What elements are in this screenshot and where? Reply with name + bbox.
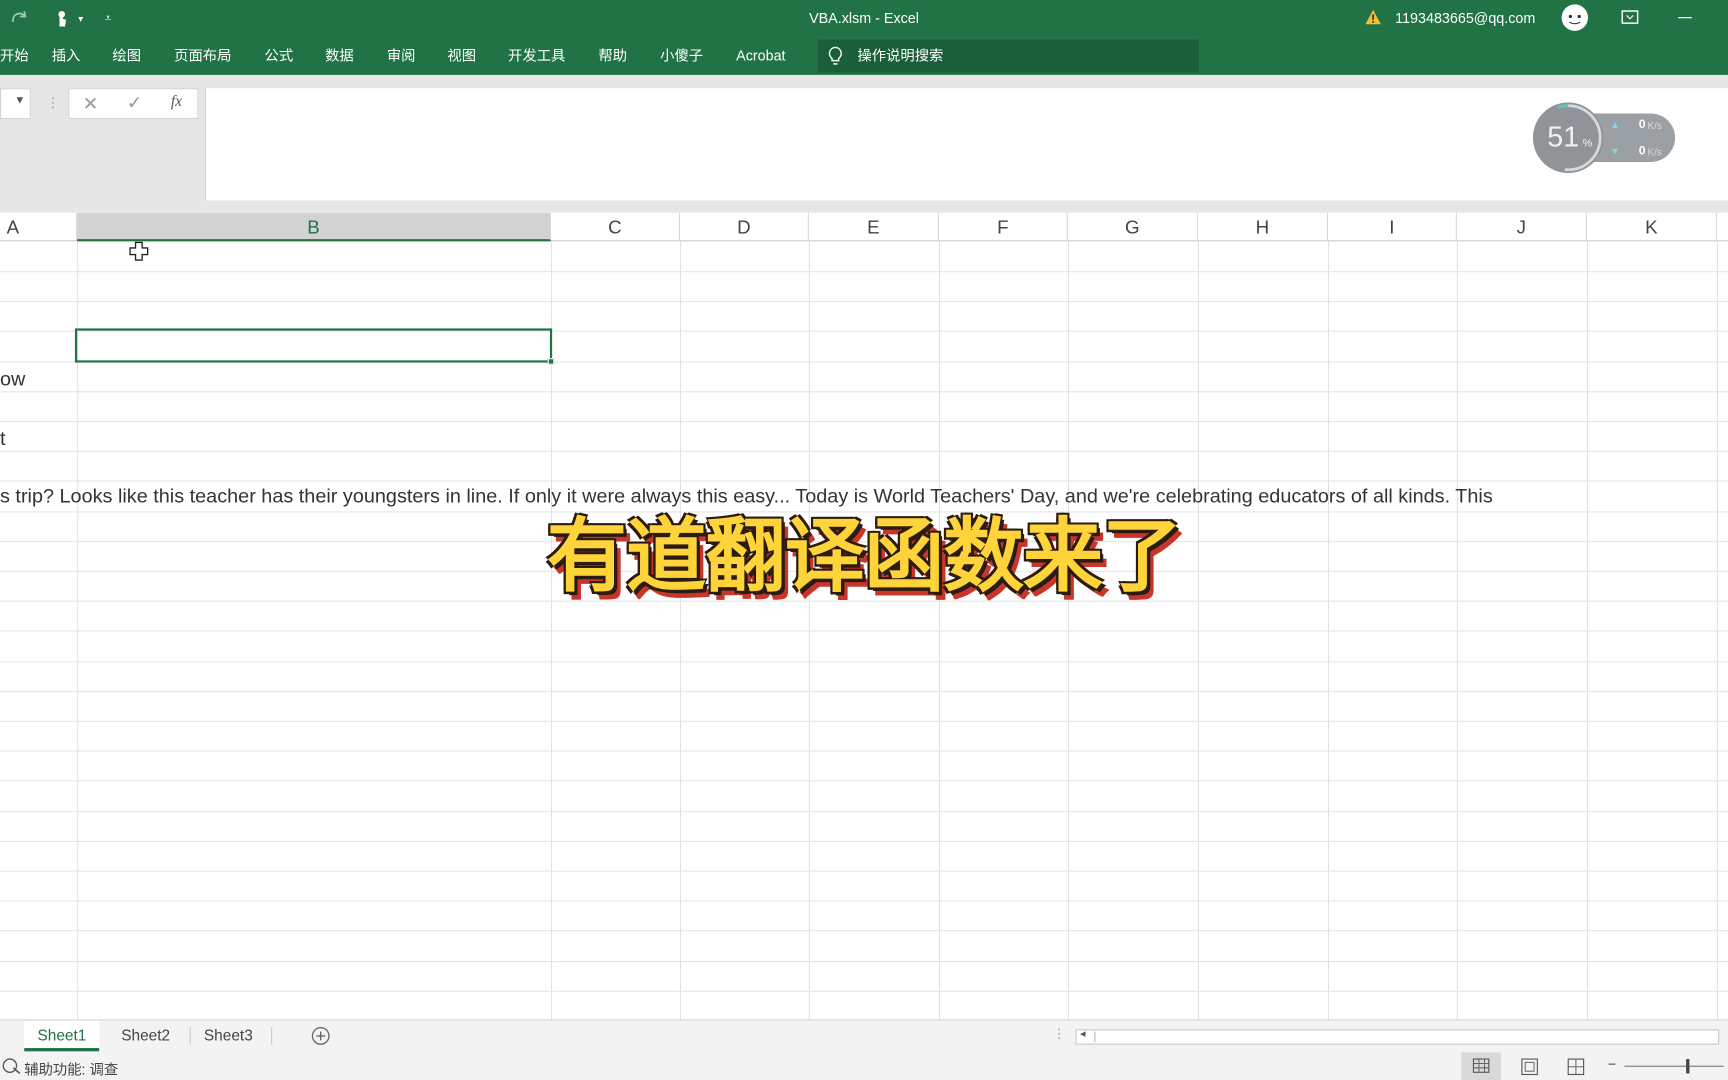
status-bar: 辅助功能: 调查 − (0, 1052, 1728, 1080)
cell-cursor-icon (129, 241, 149, 266)
tab-divider (189, 1027, 191, 1045)
ribbon-display-icon[interactable] (1620, 0, 1640, 37)
gridline-horizontal (0, 690, 1728, 692)
tell-me-label: 操作说明搜索 (857, 47, 944, 64)
gridline-horizontal (0, 420, 1728, 423)
gridline-horizontal (0, 750, 1728, 752)
network-speed-widget[interactable]: 51 % ▲ ▼ 0 K/s 0 K/s (1532, 101, 1677, 174)
tab-data[interactable]: 数据 (325, 37, 354, 74)
gridline-horizontal (0, 720, 1728, 722)
worksheet-grid[interactable]: A B C D E F G H I J K ow t s trip? Looks… (0, 212, 1728, 1020)
minimize-icon[interactable] (1677, 0, 1692, 37)
zoom-slider[interactable] (1624, 1059, 1724, 1074)
accessibility-icon[interactable] (2, 1057, 22, 1078)
column-header-i[interactable]: I (1328, 212, 1457, 242)
gridline-horizontal (0, 780, 1728, 782)
title-bar: ▾ ⩡ VBA.xlsm - Excel 1193483665@qq.com (0, 0, 1728, 38)
tab-developer[interactable]: 开发工具 (508, 37, 565, 74)
formula-buttons: ✕ ✓ fx (68, 88, 199, 120)
page-layout-view-icon[interactable] (1519, 1056, 1541, 1080)
cancel-icon[interactable]: ✕ (83, 94, 99, 116)
formula-input[interactable] (204, 88, 1728, 201)
accessibility-status[interactable]: 辅助功能: 调查 (24, 1058, 118, 1079)
column-header-k[interactable]: K (1587, 212, 1717, 242)
cell-a7[interactable]: t (0, 428, 6, 451)
gridline-horizontal (0, 480, 1728, 483)
column-header-c[interactable]: C (551, 212, 680, 242)
column-header-b[interactable]: B (77, 212, 552, 242)
normal-view-button[interactable] (1461, 1052, 1501, 1080)
download-speed: 0 (1638, 144, 1646, 158)
zoom-out-icon[interactable]: − (1608, 1056, 1616, 1073)
gridline-horizontal (0, 840, 1728, 842)
active-cell[interactable] (74, 328, 555, 365)
lightbulb-icon (827, 46, 845, 69)
upload-speed: 0 (1638, 117, 1646, 132)
column-header-j[interactable]: J (1457, 212, 1587, 242)
tab-help[interactable]: 帮助 (598, 37, 627, 74)
upload-arrow-icon: ▲ (1610, 119, 1620, 131)
user-email[interactable]: 1193483665@qq.com (1395, 0, 1535, 37)
sheet-tab-bar: Sheet1 Sheet2 Sheet3 ⋮ ◂ (0, 1019, 1728, 1053)
tab-acrobat[interactable]: Acrobat (736, 37, 785, 74)
sheet-tab-2[interactable]: Sheet2 (108, 1020, 183, 1051)
tab-custom[interactable]: 小傻子 (660, 37, 703, 74)
column-header-f[interactable]: F (939, 212, 1068, 242)
column-header-a[interactable]: A (0, 212, 78, 242)
tab-insert[interactable]: 插入 (52, 37, 81, 74)
gridline-horizontal (0, 391, 1728, 393)
insert-function-button[interactable]: fx (171, 94, 182, 112)
ribbon-tabs: 开始 插入 绘图 页面布局 公式 数据 审阅 视图 开发工具 帮助 小傻子 Ac… (0, 37, 1728, 75)
scrollbar-thumb[interactable] (1094, 1031, 1711, 1043)
tell-me-search[interactable]: 操作说明搜索 (817, 39, 1200, 73)
column-header-e[interactable]: E (809, 212, 939, 242)
warning-icon[interactable] (1364, 0, 1382, 37)
column-header-d[interactable]: D (680, 212, 809, 242)
download-speed-unit: K/s (1647, 146, 1662, 158)
name-box-dropdown[interactable]: ▼ (0, 88, 31, 120)
gridline-horizontal (0, 990, 1728, 992)
excel-window: ▾ ⩡ VBA.xlsm - Excel 1193483665@qq.com 开… (0, 0, 1728, 1080)
tab-page-layout[interactable]: 页面布局 (174, 37, 231, 74)
gridline-horizontal (0, 960, 1728, 962)
zoom-slider-thumb[interactable] (1686, 1059, 1690, 1074)
gridline-horizontal (0, 870, 1728, 872)
column-header-h[interactable]: H (1198, 212, 1328, 242)
tab-divider (271, 1027, 273, 1045)
upload-speed-unit: K/s (1647, 120, 1662, 132)
gridline-horizontal (0, 301, 1728, 303)
cpu-percent: 51 (1547, 120, 1580, 154)
tab-review[interactable]: 审阅 (387, 37, 416, 74)
tab-draw[interactable]: 绘图 (112, 37, 141, 74)
gridline-horizontal (0, 271, 1728, 273)
gridline-horizontal (0, 810, 1728, 812)
sheet-tab-3[interactable]: Sheet3 (191, 1020, 266, 1051)
page-break-view-icon[interactable] (1565, 1056, 1587, 1080)
gridline-horizontal (0, 630, 1728, 632)
column-headers: A B C D E F G H I J K (0, 212, 1728, 242)
avatar[interactable] (1559, 0, 1590, 37)
cell-a5[interactable]: ow (0, 368, 25, 391)
horizontal-scrollbar[interactable]: ◂ (1075, 1028, 1720, 1045)
gridline-horizontal (0, 450, 1728, 453)
chevron-down-icon: ▼ (14, 94, 26, 107)
scroll-left-icon[interactable]: ◂ (1080, 1028, 1086, 1040)
enter-check-icon[interactable]: ✓ (127, 93, 143, 115)
tab-view[interactable]: 视图 (447, 37, 476, 74)
sheet-tab-1[interactable]: Sheet1 (24, 1020, 100, 1052)
gridline-horizontal (0, 900, 1728, 902)
gridline-horizontal (0, 930, 1728, 932)
fill-handle[interactable] (547, 358, 555, 365)
tab-formulas[interactable]: 公式 (264, 37, 293, 74)
split-handle-icon[interactable]: ⋮ (1052, 1026, 1065, 1041)
download-arrow-icon: ▼ (1610, 145, 1620, 157)
percent-unit: % (1582, 137, 1593, 150)
tab-home[interactable]: 开始 (0, 37, 29, 74)
overlay-caption: 有道翻译函数来了 (546, 510, 1183, 604)
add-sheet-icon[interactable] (311, 1026, 331, 1051)
column-header-g[interactable]: G (1068, 212, 1198, 242)
resize-grip-icon[interactable]: ⋮ (46, 95, 59, 110)
gridline-horizontal (0, 660, 1728, 662)
